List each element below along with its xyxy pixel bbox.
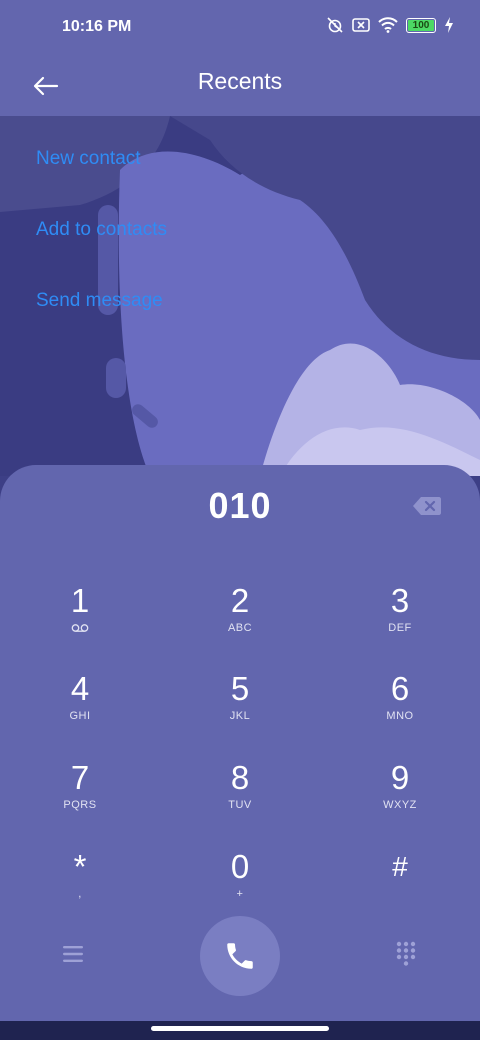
key-letters: DEF bbox=[388, 622, 412, 634]
alarm-off-icon bbox=[327, 17, 343, 33]
key-0[interactable]: 0 + bbox=[165, 842, 315, 922]
home-indicator[interactable] bbox=[151, 1026, 329, 1031]
sim-off-icon bbox=[352, 18, 370, 32]
key-star[interactable]: * , bbox=[5, 842, 155, 922]
key-3[interactable]: 3 DEF bbox=[325, 576, 475, 656]
key-digit: 7 bbox=[70, 759, 90, 796]
battery-icon: 100 bbox=[406, 17, 436, 33]
key-digit: # bbox=[392, 851, 408, 882]
charging-icon bbox=[445, 17, 453, 33]
key-letters: , bbox=[78, 888, 82, 900]
hamburger-menu-icon bbox=[63, 946, 83, 962]
key-5[interactable]: 5 JKL bbox=[165, 664, 315, 744]
battery-level: 100 bbox=[412, 19, 430, 31]
key-1[interactable]: 1 bbox=[5, 576, 155, 656]
key-2[interactable]: 2 ABC bbox=[165, 576, 315, 656]
key-hash[interactable]: # bbox=[325, 842, 475, 922]
new-contact-link[interactable]: New contact bbox=[36, 148, 141, 170]
key-digit: 9 bbox=[390, 759, 410, 796]
key-letters: + bbox=[236, 888, 244, 900]
dialed-number: 010 bbox=[208, 485, 272, 526]
key-letters: GHI bbox=[69, 710, 91, 722]
toolbar: Recents bbox=[0, 56, 480, 116]
add-to-contacts-link[interactable]: Add to contacts bbox=[36, 219, 167, 241]
key-digit: 1 bbox=[70, 582, 90, 619]
key-letters: TUV bbox=[228, 799, 252, 811]
key-digit: 0 bbox=[230, 848, 250, 885]
key-digit: 5 bbox=[230, 670, 250, 707]
backspace-icon[interactable] bbox=[412, 495, 442, 517]
key-4[interactable]: 4 GHI bbox=[5, 664, 155, 744]
menu-button[interactable] bbox=[51, 932, 95, 976]
keypad-toggle-button[interactable] bbox=[384, 932, 428, 976]
key-digit: 8 bbox=[230, 759, 250, 796]
status-icons: 100 bbox=[326, 16, 454, 34]
key-digit: * bbox=[73, 848, 87, 885]
key-8[interactable]: 8 TUV bbox=[165, 753, 315, 833]
key-digit: 2 bbox=[230, 582, 250, 619]
status-time: 10:16 PM bbox=[62, 18, 132, 35]
status-bar: 10:16 PM 100 bbox=[0, 0, 480, 56]
key-letters: ABC bbox=[227, 622, 253, 634]
dialpad-panel: 010 1 2 ABC 3 DEF 4 GHI 5 JKL 6 MNO 7 PQ… bbox=[0, 465, 480, 1021]
key-digit: 6 bbox=[390, 670, 410, 707]
wifi-icon bbox=[378, 17, 398, 33]
send-message-link[interactable]: Send message bbox=[36, 290, 163, 312]
key-letters: JKL bbox=[229, 710, 251, 722]
key-letters: PQRS bbox=[63, 799, 97, 811]
page-title: Recents bbox=[197, 68, 283, 94]
key-digit: 4 bbox=[70, 670, 90, 707]
voicemail-icon bbox=[71, 624, 89, 632]
key-letters: MNO bbox=[386, 710, 414, 722]
keypad-grid-icon bbox=[396, 941, 416, 966]
call-button[interactable] bbox=[200, 916, 280, 996]
key-7[interactable]: 7 PQRS bbox=[5, 753, 155, 833]
phone-icon bbox=[227, 943, 253, 969]
key-6[interactable]: 6 MNO bbox=[325, 664, 475, 744]
key-letters: WXYZ bbox=[383, 799, 417, 811]
key-digit: 3 bbox=[390, 582, 410, 619]
key-9[interactable]: 9 WXYZ bbox=[325, 753, 475, 833]
